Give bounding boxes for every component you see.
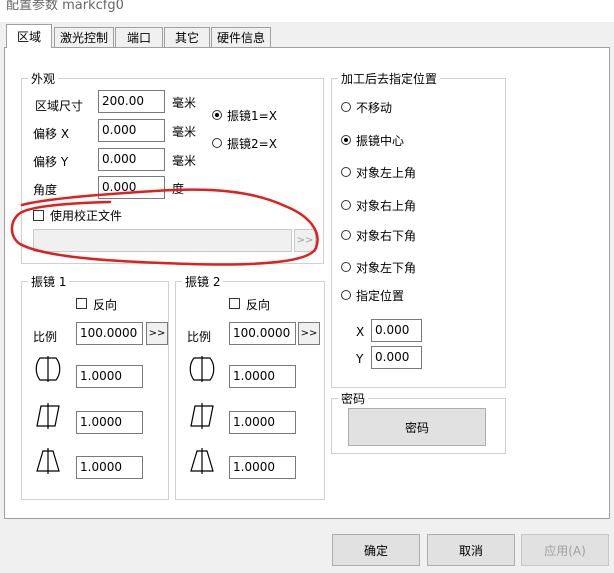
radio-galvo-center-label: 振镜中心 xyxy=(356,134,405,148)
galvo2-keystone-input[interactable]: 1.0000 xyxy=(229,456,296,479)
radio-object-bottom-left[interactable] xyxy=(341,262,351,272)
galvo1-trapezoid-input[interactable]: 1.0000 xyxy=(76,411,143,434)
galvo2-barrel-input[interactable]: 1.0000 xyxy=(229,365,296,388)
pos-x-input[interactable]: 0.000 xyxy=(371,319,422,342)
galvo1-ratio-input[interactable]: 100.0000 xyxy=(76,322,143,345)
tab-area[interactable]: 区域 xyxy=(6,24,52,48)
radio-specified-position[interactable] xyxy=(341,290,351,300)
barrel-distortion-icon xyxy=(189,356,215,382)
pos-x-label: X xyxy=(356,325,365,339)
galvo2-ratio-button[interactable]: >> xyxy=(298,322,320,345)
radio-object-top-right-label: 对象右上角 xyxy=(356,199,417,213)
radio-specified-position-label: 指定位置 xyxy=(356,289,405,303)
after-process-legend: 加工后去指定位置 xyxy=(341,72,438,86)
password-button[interactable]: 密码 xyxy=(348,408,486,446)
apply-button[interactable]: 应用(A) xyxy=(521,534,609,566)
pos-y-label: Y xyxy=(356,352,364,366)
trapezoid-distortion-icon xyxy=(36,403,60,429)
galvo1-keystone-input[interactable]: 1.0000 xyxy=(76,456,143,479)
galvo2-ratio-input[interactable]: 100.0000 xyxy=(229,322,296,345)
galvo1-ratio-button[interactable]: >> xyxy=(146,322,168,345)
radio-no-move-label: 不移动 xyxy=(356,101,393,115)
keystone-distortion-icon xyxy=(36,448,60,474)
ok-button[interactable]: 确定 xyxy=(332,534,420,566)
galvo1-reverse-label: 反向 xyxy=(93,298,118,312)
galvo1-ratio-label: 比例 xyxy=(33,330,58,344)
radio-object-top-right[interactable] xyxy=(341,200,351,210)
keystone-distortion-icon xyxy=(190,448,214,474)
galvo1-barrel-input[interactable]: 1.0000 xyxy=(76,365,143,388)
radio-object-bottom-right-label: 对象右下角 xyxy=(356,229,417,243)
radio-object-top-left[interactable] xyxy=(341,167,351,177)
galvo2-reverse-checkbox[interactable] xyxy=(229,298,240,309)
cancel-button[interactable]: 取消 xyxy=(427,534,515,566)
galvo1-legend: 振镜 1 xyxy=(31,275,67,289)
galvo2-reverse-label: 反向 xyxy=(246,298,271,312)
radio-object-bottom-right[interactable] xyxy=(341,230,351,240)
galvo2-trapezoid-input[interactable]: 1.0000 xyxy=(229,411,296,434)
trapezoid-distortion-icon xyxy=(190,403,214,429)
radio-object-top-left-label: 对象左上角 xyxy=(356,166,417,180)
barrel-distortion-icon xyxy=(35,356,61,382)
galvo2-legend: 振镜 2 xyxy=(185,275,221,289)
password-legend: 密码 xyxy=(341,392,366,406)
pos-y-input[interactable]: 0.000 xyxy=(371,346,422,369)
radio-no-move[interactable] xyxy=(341,102,351,112)
galvo2-ratio-label: 比例 xyxy=(187,330,212,344)
radio-galvo-center[interactable] xyxy=(341,135,351,145)
radio-object-bottom-left-label: 对象左下角 xyxy=(356,261,417,275)
galvo1-reverse-checkbox[interactable] xyxy=(76,298,87,309)
